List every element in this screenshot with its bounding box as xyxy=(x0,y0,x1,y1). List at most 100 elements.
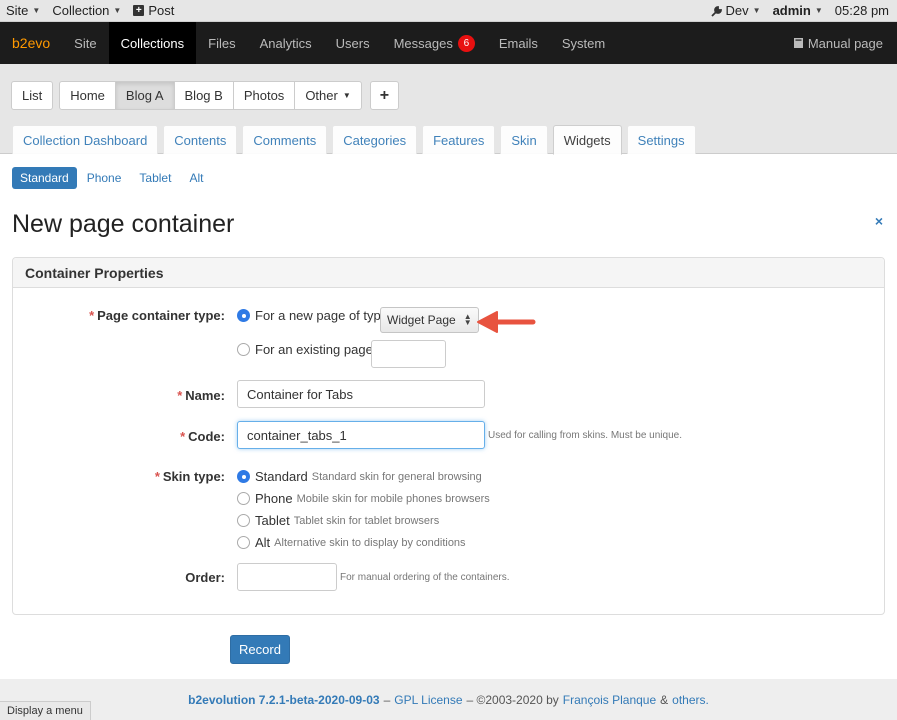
footer-product-link[interactable]: b2evolution 7.2.1-beta-2020-09-03 xyxy=(188,693,379,707)
caret-down-icon: ▼ xyxy=(342,91,351,100)
tab-comments[interactable]: Comments xyxy=(242,125,328,154)
evobar-dev-menu[interactable]: Dev ▼ xyxy=(705,0,767,22)
order-hint: For manual ordering of the containers. xyxy=(340,572,510,583)
footer-sep: – xyxy=(383,692,391,707)
nav-analytics[interactable]: Analytics xyxy=(248,22,324,64)
code-input[interactable]: container_tabs_1 xyxy=(237,421,485,449)
type-existing-radio[interactable] xyxy=(237,343,250,356)
tab-contents[interactable]: Contents xyxy=(163,125,238,154)
caret-down-icon: ▼ xyxy=(113,6,122,15)
nav-users[interactable]: Users xyxy=(324,22,382,64)
close-icon[interactable]: × xyxy=(875,213,883,229)
type-existing-label: For an existing page: xyxy=(255,342,377,357)
evobar-user-menu[interactable]: admin ▼ xyxy=(767,0,829,22)
nav-system[interactable]: System xyxy=(550,22,617,64)
skin-tablet-label: Tablet xyxy=(255,513,290,528)
tab-widgets[interactable]: Widgets xyxy=(552,125,622,155)
collection-blog-b-button[interactable]: Blog B xyxy=(173,81,234,110)
brand-logo[interactable]: b2evo xyxy=(0,22,62,64)
evobar-site-menu[interactable]: Site ▼ xyxy=(0,0,46,22)
skin-option-alt[interactable]: Alt Alternative skin to display by condi… xyxy=(237,535,466,550)
evobar-time: 05:28 pm xyxy=(829,0,897,22)
page-type-select-value: Widget Page xyxy=(387,313,456,327)
book-icon xyxy=(793,38,803,48)
skin-option-tablet[interactable]: Tablet Tablet skin for tablet browsers xyxy=(237,513,439,528)
name-label: * Name: xyxy=(13,388,225,403)
tab-categories[interactable]: Categories xyxy=(332,125,418,154)
collection-blog-a-button[interactable]: Blog A xyxy=(114,81,175,110)
skin-standard-radio[interactable] xyxy=(237,470,250,483)
footer-author-link[interactable]: François Planque xyxy=(563,693,656,707)
tab-features[interactable]: Features xyxy=(422,125,496,154)
name-input-value: Container for Tabs xyxy=(247,386,353,402)
collection-other-dropdown[interactable]: Other ▼ xyxy=(294,81,362,110)
evobar: Site ▼ Collection ▼ + Post Dev ▼ admin ▼… xyxy=(0,0,897,22)
type-new-option[interactable]: For a new page of type: xyxy=(237,308,392,323)
collection-switcher: List Home Blog A Blog B Photos Other ▼ + xyxy=(11,81,400,110)
evobar-site-label: Site xyxy=(6,3,29,18)
plus-square-icon: + xyxy=(133,5,145,16)
skin-phone-radio[interactable] xyxy=(237,492,250,505)
pill-standard[interactable]: Standard xyxy=(12,167,77,189)
nav-messages-label: Messages xyxy=(393,35,453,51)
skin-standard-note: Standard skin for general browsing xyxy=(311,470,482,483)
wrench-icon xyxy=(710,5,722,17)
required-mark: * xyxy=(180,429,186,444)
main-nav: b2evo Site Collections Files Analytics U… xyxy=(0,22,897,64)
type-existing-option[interactable]: For an existing page: xyxy=(237,342,376,357)
page-type-select[interactable]: Widget Page ▲ ▼ xyxy=(380,307,479,333)
footer-copyright: – ©2003-2020 by xyxy=(466,692,559,707)
type-new-radio[interactable] xyxy=(237,309,250,322)
tab-skin[interactable]: Skin xyxy=(500,125,548,154)
skin-tablet-radio[interactable] xyxy=(237,514,250,527)
required-mark: * xyxy=(89,308,95,323)
order-input[interactable] xyxy=(237,563,337,591)
manual-page-link[interactable]: Manual page xyxy=(779,36,897,51)
nav-emails[interactable]: Emails xyxy=(487,22,550,64)
page-container-type-label: * Page container type: xyxy=(13,308,225,323)
collection-photos-button[interactable]: Photos xyxy=(232,81,296,110)
skin-type-pills: Standard Phone Tablet Alt xyxy=(12,167,213,189)
skin-standard-label: Standard xyxy=(255,469,308,484)
select-updown-icon: ▲ ▼ xyxy=(463,312,472,327)
code-label-text: Code: xyxy=(188,429,225,444)
collection-header: List Home Blog A Blog B Photos Other ▼ +… xyxy=(0,64,897,155)
skin-option-phone[interactable]: Phone Mobile skin for mobile phones brow… xyxy=(237,491,490,506)
code-input-value: container_tabs_1 xyxy=(247,427,347,443)
skin-option-standard[interactable]: Standard Standard skin for general brows… xyxy=(237,469,482,484)
evobar-post-button[interactable]: + Post xyxy=(127,0,180,22)
nav-messages[interactable]: Messages 6 xyxy=(382,22,487,64)
pill-phone[interactable]: Phone xyxy=(79,167,130,189)
skin-phone-label: Phone xyxy=(255,491,293,506)
collection-tabs: Collection Dashboard Contents Comments C… xyxy=(12,125,701,155)
add-collection-button[interactable]: + xyxy=(369,81,400,110)
collection-home-button[interactable]: Home xyxy=(59,81,116,110)
required-mark: * xyxy=(177,388,183,403)
collection-other-label: Other xyxy=(305,88,338,103)
nav-collections[interactable]: Collections xyxy=(108,22,197,64)
collection-list-button[interactable]: List xyxy=(11,81,54,110)
container-properties-panel: Container Properties * Page container typ… xyxy=(12,257,885,615)
evobar-dev-label: Dev xyxy=(725,3,749,18)
footer-others-link[interactable]: others. xyxy=(672,693,709,707)
skin-alt-note: Alternative skin to display by condition… xyxy=(274,536,466,549)
pill-tablet[interactable]: Tablet xyxy=(131,167,179,189)
annotation-arrow-icon xyxy=(477,311,536,333)
skin-alt-radio[interactable] xyxy=(237,536,250,549)
record-button[interactable]: Record xyxy=(230,635,290,664)
evobar-time-label: 05:28 pm xyxy=(834,3,889,18)
page-container-type-text: Page container type: xyxy=(97,308,225,323)
footer-license-link[interactable]: GPL License xyxy=(394,693,462,707)
pill-alt[interactable]: Alt xyxy=(181,167,211,189)
evobar-collection-menu[interactable]: Collection ▼ xyxy=(46,0,127,22)
page-title: New page container xyxy=(12,210,235,238)
name-input[interactable]: Container for Tabs xyxy=(237,380,485,408)
tab-collection-dashboard[interactable]: Collection Dashboard xyxy=(12,125,159,154)
nav-files[interactable]: Files xyxy=(196,22,247,64)
skin-phone-note: Mobile skin for mobile phones browsers xyxy=(296,492,490,505)
existing-page-input[interactable] xyxy=(371,340,446,368)
nav-site[interactable]: Site xyxy=(62,22,108,64)
tab-settings[interactable]: Settings xyxy=(626,125,696,154)
caret-down-icon: ▼ xyxy=(752,6,761,15)
code-label: * Code: xyxy=(13,429,225,444)
